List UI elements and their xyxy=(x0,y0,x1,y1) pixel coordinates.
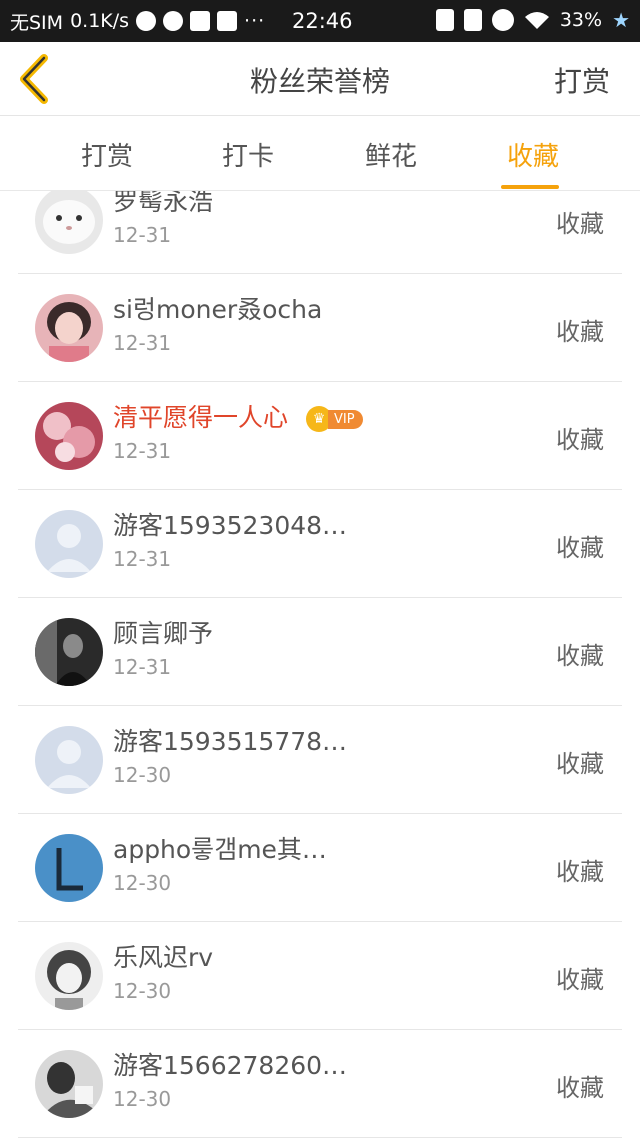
tab-label: 打赏 xyxy=(80,142,133,172)
back-chevron-icon[interactable] xyxy=(14,54,54,104)
action-label: 收藏 xyxy=(556,966,604,994)
user-name: appho릏갬me其… xyxy=(113,835,327,864)
avatar[interactable] xyxy=(35,726,103,794)
more-notifications-icon: ··· xyxy=(244,10,266,32)
mail-icon xyxy=(217,11,238,31)
user-name: 罗髩永浩 xyxy=(113,191,214,216)
fan-list[interactable]: 罗髩永浩 12-31 收藏 si렁moner叒ocha 12-31 收藏 清平愿… xyxy=(0,191,640,1138)
list-item[interactable]: 乐风迟rv 12-30 收藏 xyxy=(18,922,622,1030)
tab-bar: 打赏 打卡 鲜花 收藏 xyxy=(0,116,640,191)
tab-label: 收藏 xyxy=(506,142,559,172)
bw-photo-avatar-icon xyxy=(35,1050,103,1118)
user-name: 顾言卿予 xyxy=(113,619,214,648)
date: 12-30 xyxy=(113,979,172,1003)
date: 12-31 xyxy=(113,655,172,679)
avatar[interactable] xyxy=(35,294,103,362)
avatar[interactable] xyxy=(35,510,103,578)
date: 12-31 xyxy=(113,331,172,355)
avatar[interactable] xyxy=(35,942,103,1010)
carrier-text: 无SIM xyxy=(10,11,64,34)
date: 12-30 xyxy=(113,871,172,895)
girl-bw-avatar-icon xyxy=(35,942,103,1010)
user-name: 游客1593523048… xyxy=(113,511,348,540)
list-item[interactable]: si렁moner叒ocha 12-31 收藏 xyxy=(18,274,622,382)
list-item[interactable]: 游客1566278260… 12-30 收藏 xyxy=(18,1030,622,1138)
avatar[interactable] xyxy=(35,191,103,254)
user-name: 清平愿得一人心 xyxy=(113,403,289,432)
globe-icon xyxy=(190,11,211,31)
tab-reward[interactable]: 打赏 xyxy=(57,136,157,173)
status-right: 33% ★ xyxy=(435,8,630,32)
avatar[interactable] xyxy=(35,834,103,902)
list-item[interactable]: 游客1593523048… 12-31 收藏 xyxy=(18,490,622,598)
list-item[interactable]: appho릏갬me其… 12-30 收藏 xyxy=(18,814,622,922)
date: 12-30 xyxy=(113,1087,172,1111)
user-name-vip: 清平愿得一人心 ♛ VIP xyxy=(113,398,363,434)
date: 12-31 xyxy=(113,547,172,571)
clock: 22:46 xyxy=(292,9,353,33)
battery-percent: 33% xyxy=(559,9,603,31)
girl-portrait-avatar-icon xyxy=(35,294,103,362)
action-label: 收藏 xyxy=(556,750,604,778)
shooting-star-icon: ★ xyxy=(612,8,630,32)
user-name: 游客1593515778… xyxy=(113,727,348,756)
dark-portrait-avatar-icon xyxy=(35,618,103,686)
active-tab-indicator xyxy=(501,185,559,189)
action-label: 收藏 xyxy=(556,534,604,562)
alarm-icon xyxy=(491,9,514,31)
battery-saver-icon xyxy=(435,9,454,31)
status-left: 无SIM 0.1K/s ··· xyxy=(10,8,265,35)
default-user-avatar-icon xyxy=(35,726,103,794)
list-item[interactable]: 清平愿得一人心 ♛ VIP 12-31 收藏 xyxy=(18,382,622,490)
wifi-icon xyxy=(524,12,549,29)
avatar[interactable] xyxy=(35,1050,103,1118)
user-name: 游客1566278260… xyxy=(113,1051,348,1080)
page-title: 粉丝荣誉榜 xyxy=(249,65,390,98)
tab-checkin[interactable]: 打卡 xyxy=(198,136,298,173)
action-label: 收藏 xyxy=(556,426,604,454)
vip-label: VIP xyxy=(327,409,363,429)
flame-icon xyxy=(136,11,157,31)
date: 12-31 xyxy=(113,439,172,463)
action-label: 收藏 xyxy=(556,1074,604,1102)
date: 12-30 xyxy=(113,763,172,787)
action-label: 收藏 xyxy=(556,858,604,886)
list-item[interactable]: 顾言卿予 12-31 收藏 xyxy=(18,598,622,706)
play-icon xyxy=(163,11,184,31)
network-speed: 0.1K/s xyxy=(70,10,130,32)
avatar[interactable] xyxy=(35,402,103,470)
user-name: 乐风迟rv xyxy=(113,943,214,972)
date: 12-31 xyxy=(113,223,172,247)
reward-button[interactable]: 打赏 xyxy=(554,60,610,100)
tab-label: 打卡 xyxy=(221,142,274,172)
list-item[interactable]: 游客1593515778… 12-30 收藏 xyxy=(18,706,622,814)
letter-l-avatar-icon xyxy=(35,834,103,902)
avatar[interactable] xyxy=(35,618,103,686)
flowers-avatar-icon xyxy=(35,402,103,470)
user-name: si렁moner叒ocha xyxy=(113,295,323,324)
action-label: 收藏 xyxy=(556,318,604,346)
vip-badge: ♛ VIP xyxy=(305,406,363,432)
status-bar: 无SIM 0.1K/s ··· 22:46 33% ★ xyxy=(0,0,640,42)
action-label: 收藏 xyxy=(556,210,604,238)
list-item[interactable]: 罗髩永浩 12-31 收藏 xyxy=(18,191,622,274)
tab-label: 鲜花 xyxy=(364,142,417,172)
default-user-avatar-icon xyxy=(35,510,103,578)
white-cat-avatar-icon xyxy=(35,191,103,254)
tab-favorites[interactable]: 收藏 xyxy=(483,136,583,189)
tab-flowers[interactable]: 鲜花 xyxy=(341,136,441,173)
app-header: 粉丝荣誉榜 打赏 xyxy=(0,42,640,116)
silent-icon xyxy=(463,9,482,31)
action-label: 收藏 xyxy=(556,642,604,670)
